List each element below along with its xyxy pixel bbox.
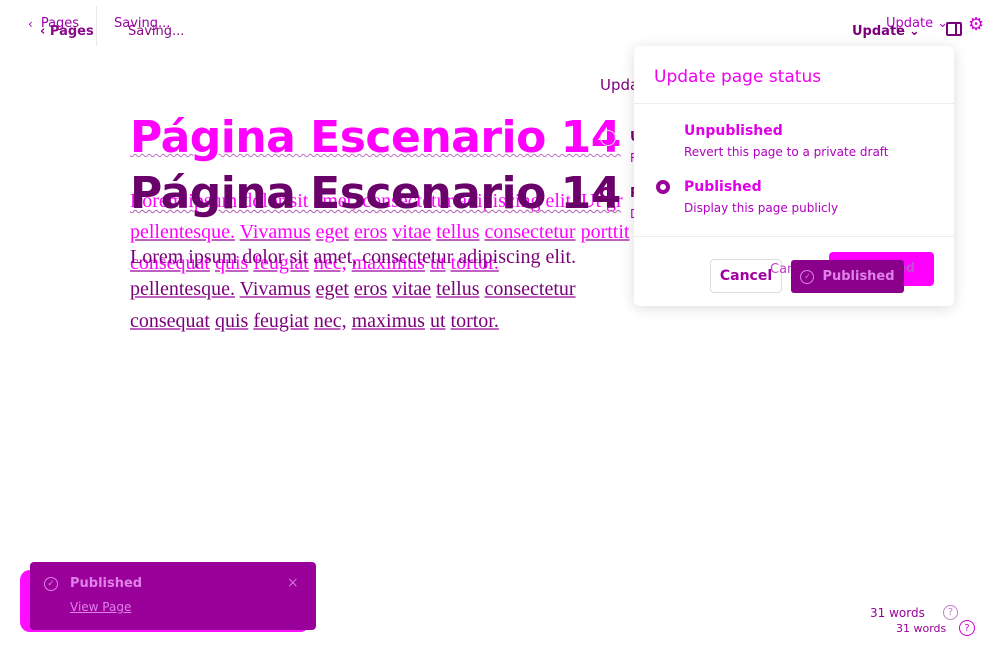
paragraph-word: feugiat xyxy=(253,310,309,332)
sidebar-toggle-icon[interactable] xyxy=(946,22,962,36)
back-label-ghost: Pages xyxy=(49,24,94,39)
published-option[interactable]: Published Display this page publicly xyxy=(684,179,838,215)
paragraph-word: tellus xyxy=(436,278,480,300)
paragraph-word: consequat xyxy=(130,310,210,332)
check-circle-icon: ✓ xyxy=(44,577,58,591)
help-icon[interactable]: ? xyxy=(943,605,958,620)
view-page-link[interactable]: View Page xyxy=(70,600,131,614)
paragraph-word: eros xyxy=(353,278,388,300)
paragraph-word: tellus xyxy=(436,221,480,243)
paragraph-word: vitae xyxy=(392,278,432,300)
toast-title: Published xyxy=(70,576,143,591)
popover-title: Update page status xyxy=(654,67,822,87)
published-radio[interactable] xyxy=(656,180,670,194)
publish-label: Published xyxy=(822,269,895,284)
word-count-ghost: 31 words xyxy=(896,622,947,635)
check-circle-icon: ✓ xyxy=(800,269,815,284)
paragraph-line-3: consequat quis feugiat nec, maximus ut t… xyxy=(130,305,600,337)
word-count: 31 words xyxy=(870,606,925,620)
paragraph-word: consectetur xyxy=(484,278,576,300)
paragraph-word: Vivamus xyxy=(239,221,311,243)
paragraph-word: Vivamus xyxy=(239,278,311,300)
paragraph-word: pellentesque. xyxy=(130,278,235,300)
topbar-divider xyxy=(96,6,97,46)
paragraph-word: eget xyxy=(315,278,349,300)
page-title[interactable]: Página Escenario 14 xyxy=(130,112,621,163)
chevron-down-icon: ⌄ xyxy=(908,24,920,39)
paragraph-line-2: pellentesque. Vivamus eget eros vitae te… xyxy=(130,273,600,305)
unpublished-radio-ghost[interactable] xyxy=(600,130,616,146)
popover-footer-divider xyxy=(634,236,954,237)
help-icon[interactable]: ? xyxy=(959,620,975,636)
unpublished-option[interactable]: Unpublished Revert this page to a privat… xyxy=(684,123,889,159)
page-title-ghost: Página Escenario 14 xyxy=(130,168,621,219)
unpublished-description: Revert this page to a private draft xyxy=(684,145,889,159)
published-radio-ghost[interactable] xyxy=(600,187,612,199)
paragraph-word: tortor. xyxy=(450,310,499,332)
paragraph-word: vitae xyxy=(392,221,432,243)
paragraph-word: consectetur xyxy=(484,221,576,243)
close-icon[interactable]: × xyxy=(287,575,299,591)
chevron-left-icon: ‹ xyxy=(28,16,33,31)
paragraph-word: ut xyxy=(429,310,446,332)
paragraph-word: porttit xyxy=(580,221,630,243)
paragraph-word: quis xyxy=(214,310,249,332)
page-body-paragraph-ghost: Lorem ipsum dolor sit amet, consectetur … xyxy=(130,241,600,337)
published-label: Published xyxy=(684,179,762,195)
back-to-pages-link-ghost[interactable]: ‹ Pages xyxy=(40,24,94,39)
paragraph-word: pellentesque. xyxy=(130,221,235,243)
saving-status-ghost: Saving... xyxy=(128,24,185,39)
update-label-ghost: Update xyxy=(852,24,905,39)
popover-divider xyxy=(634,103,954,104)
unpublished-label: Unpublished xyxy=(684,123,783,139)
published-description: Display this page publicly xyxy=(684,201,839,215)
publish-button[interactable]: ✓ Published xyxy=(791,260,904,293)
paragraph-word: maximus xyxy=(351,310,425,332)
paragraph-line-1: Lorem ipsum dolor sit amet, consectetur … xyxy=(130,246,577,268)
published-toast xyxy=(30,562,316,630)
update-dropdown-button-ghost[interactable]: Update ⌄ xyxy=(852,24,920,39)
paragraph-word: eros xyxy=(353,221,388,243)
paragraph-word: eget xyxy=(315,221,349,243)
paragraph-word: nec, xyxy=(313,310,347,332)
gear-icon[interactable]: ⚙ xyxy=(968,14,984,35)
